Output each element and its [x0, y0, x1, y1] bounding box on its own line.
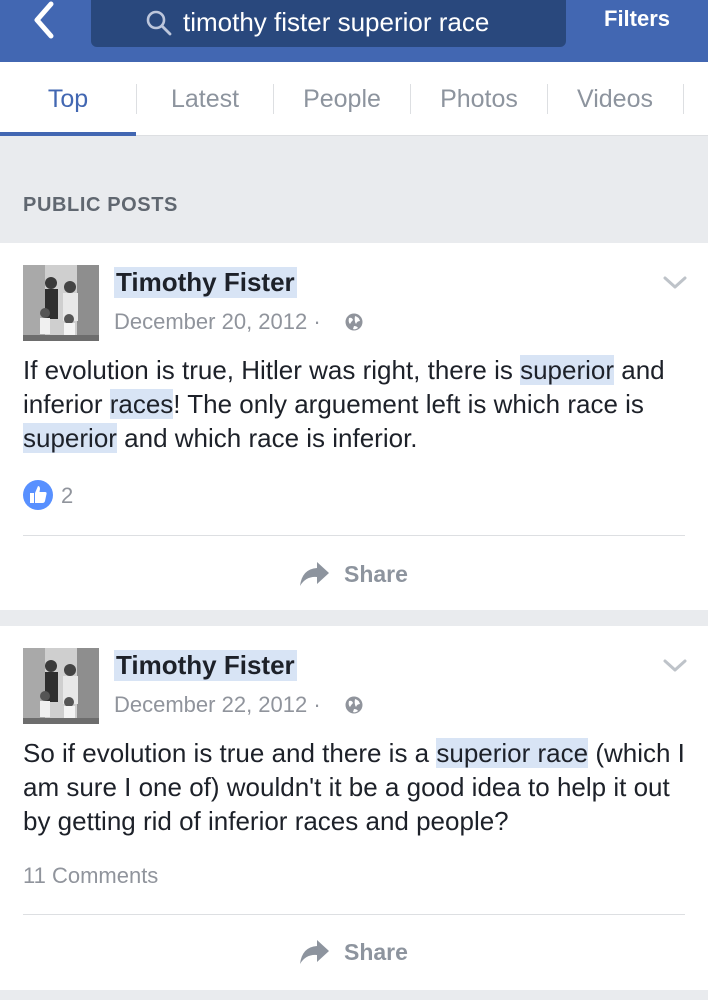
search-term-highlight: superior race [436, 738, 589, 768]
post-date[interactable]: December 20, 2012 · [114, 309, 321, 335]
tab-videos[interactable]: Videos [548, 62, 682, 136]
tab-people[interactable]: People [274, 62, 410, 136]
tab-divider [683, 84, 684, 114]
top-bar: timothy fister superior race Filters [0, 0, 708, 62]
avatar-photo [23, 648, 99, 724]
like-count[interactable]: 2 [61, 483, 73, 509]
search-term-highlight: superior [23, 423, 117, 453]
divider [23, 535, 685, 536]
post-text: If evolution is true, Hitler was right, … [23, 353, 693, 455]
post-text-segment: ! The only arguement left is which race … [173, 389, 644, 419]
section-heading: PUBLIC POSTS [23, 194, 178, 216]
chevron-down-icon[interactable] [662, 656, 688, 676]
divider [23, 914, 685, 915]
post-text-segment: If evolution is true, Hitler was right, … [23, 355, 521, 385]
post-card: Timothy Fister December 22, 2012 · So if… [0, 626, 708, 990]
back-arrow-icon [34, 1, 54, 39]
globe-icon [345, 696, 363, 714]
back-button[interactable] [24, 0, 64, 40]
avatar[interactable] [23, 648, 99, 724]
post-text-segment: and which race is inferior. [116, 423, 418, 453]
filters-button[interactable]: Filters [604, 6, 670, 32]
comments-count[interactable]: 11 Comments [23, 863, 158, 889]
search-tabs: Top Latest People Photos Videos [0, 62, 708, 136]
globe-icon [345, 313, 363, 331]
share-button[interactable]: Share [298, 554, 408, 594]
search-query-text: timothy fister superior race [183, 7, 490, 37]
chevron-down-icon[interactable] [662, 273, 688, 293]
search-icon [146, 10, 172, 36]
tab-latest[interactable]: Latest [137, 62, 273, 136]
share-label: Share [344, 938, 408, 965]
like-icon [23, 480, 53, 510]
avatar-photo [23, 265, 99, 341]
post-author[interactable]: Timothy Fister [114, 267, 297, 298]
post-date[interactable]: December 22, 2012 · [114, 692, 321, 718]
share-icon [300, 562, 329, 586]
share-label: Share [344, 560, 408, 587]
tab-photos[interactable]: Photos [411, 62, 547, 136]
share-icon [300, 940, 329, 964]
share-button[interactable]: Share [298, 932, 408, 972]
search-term-highlight: superior [520, 355, 615, 385]
search-term-highlight: races [109, 389, 174, 419]
avatar[interactable] [23, 265, 99, 341]
post-author[interactable]: Timothy Fister [114, 650, 297, 681]
tab-top[interactable]: Top [0, 62, 136, 136]
post-card: Timothy Fister December 20, 2012 · If ev… [0, 243, 708, 610]
post-text: So if evolution is true and there is a s… [23, 736, 693, 838]
post-text-segment: So if evolution is true and there is a [23, 738, 437, 768]
active-tab-indicator [0, 132, 136, 136]
